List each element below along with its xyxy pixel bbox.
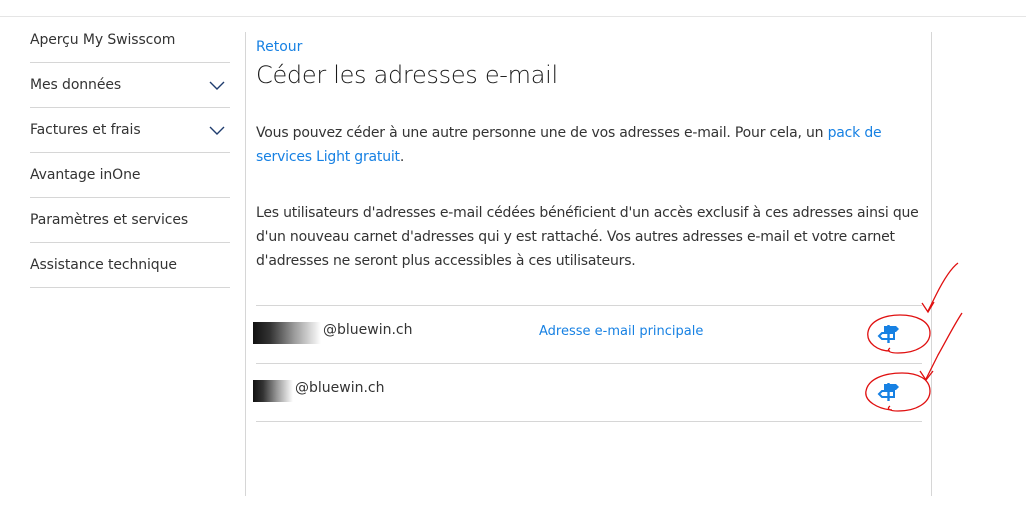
sidebar-item-label: Paramètres et services	[30, 212, 189, 228]
page-title: Céder les adresses e-mail	[256, 61, 558, 89]
intro-paragraph: Vous pouvez céder à une autre personne u…	[256, 121, 922, 169]
sidebar-item-label: Factures et frais	[30, 122, 141, 138]
sidebar-item-factures[interactable]: Factures et frais	[30, 108, 230, 153]
sidebar-nav: Aperçu My Swisscom Mes données Factures …	[30, 18, 230, 288]
email-address: @bluewin.ch	[295, 380, 385, 396]
email-address-list: @bluewin.ch Adresse e-mail principale @b…	[253, 305, 922, 422]
main-content: Retour Céder les adresses e-mail Vous po…	[256, 36, 922, 273]
sidebar-item-assistance[interactable]: Assistance technique	[30, 243, 230, 288]
sidebar-item-label: Avantage inOne	[30, 167, 141, 183]
sidebar-item-apercu[interactable]: Aperçu My Swisscom	[30, 18, 230, 63]
signpost-icon[interactable]	[874, 376, 904, 406]
intro-text-end: .	[399, 149, 405, 165]
email-row: @bluewin.ch Adresse e-mail principale	[253, 306, 922, 364]
content-left-border	[245, 32, 246, 496]
redacted-username	[253, 322, 321, 344]
email-row: @bluewin.ch	[253, 364, 922, 422]
intro-text: Vous pouvez céder à une autre personne u…	[256, 125, 828, 141]
sidebar-item-mes-donnees[interactable]: Mes données	[30, 63, 230, 108]
redacted-username	[253, 380, 293, 402]
info-paragraph: Les utilisateurs d'adresses e-mail cédée…	[256, 205, 919, 269]
chevron-down-icon	[209, 81, 225, 90]
back-link[interactable]: Retour	[256, 39, 302, 55]
sidebar-item-label: Aperçu My Swisscom	[30, 32, 176, 48]
sidebar-item-avantage-inone[interactable]: Avantage inOne	[30, 153, 230, 198]
header-divider	[0, 16, 1026, 17]
email-address: @bluewin.ch	[323, 322, 413, 338]
content-right-border	[931, 32, 932, 496]
sidebar-item-parametres[interactable]: Paramètres et services	[30, 198, 230, 243]
chevron-down-icon	[209, 126, 225, 135]
signpost-icon[interactable]	[874, 318, 904, 348]
sidebar-item-label: Assistance technique	[30, 257, 177, 273]
primary-email-badge: Adresse e-mail principale	[539, 324, 704, 339]
sidebar-item-label: Mes données	[30, 77, 122, 93]
